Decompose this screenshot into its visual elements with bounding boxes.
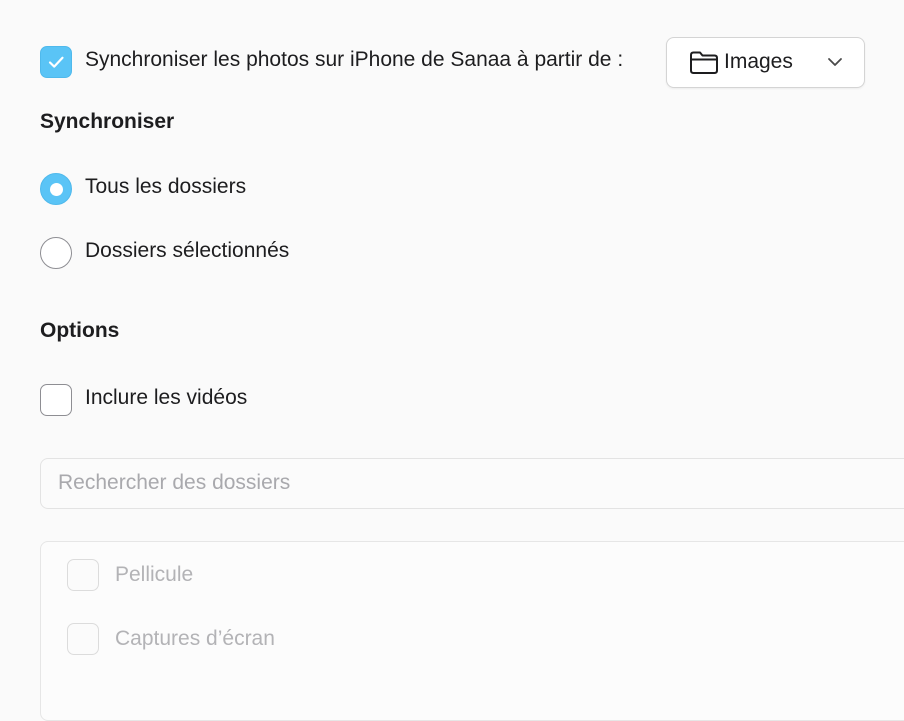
radio-all-folders[interactable] xyxy=(40,173,72,205)
radio-all-folders-label: Tous les dossiers xyxy=(85,175,247,198)
radio-selected-folders[interactable] xyxy=(40,237,72,269)
folder-search-placeholder: Rechercher des dossiers xyxy=(58,471,291,494)
photo-source-popup[interactable]: Images xyxy=(666,37,865,88)
photo-source-value: Images xyxy=(724,50,793,73)
sync-photos-label: Synchroniser les photos sur iPhone de Sa… xyxy=(85,48,624,71)
folder-label-pellicule: Pellicule xyxy=(115,563,194,586)
folder-icon xyxy=(690,51,718,74)
folder-label-screenshots: Captures d’écran xyxy=(115,627,275,650)
folder-checkbox-screenshots[interactable] xyxy=(67,623,99,655)
include-videos-checkbox[interactable] xyxy=(40,384,72,416)
folder-checkbox-pellicule[interactable] xyxy=(67,559,99,591)
options-section-heading: Options xyxy=(40,319,120,342)
sync-section-heading: Synchroniser xyxy=(40,110,175,133)
checkmark-icon xyxy=(48,56,64,68)
radio-selected-folders-label: Dossiers sélectionnés xyxy=(85,239,290,262)
chevron-down-icon xyxy=(828,58,842,66)
include-videos-label: Inclure les vidéos xyxy=(85,386,248,409)
folder-search-field[interactable]: Rechercher des dossiers xyxy=(40,458,904,509)
sync-photos-checkbox[interactable] xyxy=(40,46,72,78)
